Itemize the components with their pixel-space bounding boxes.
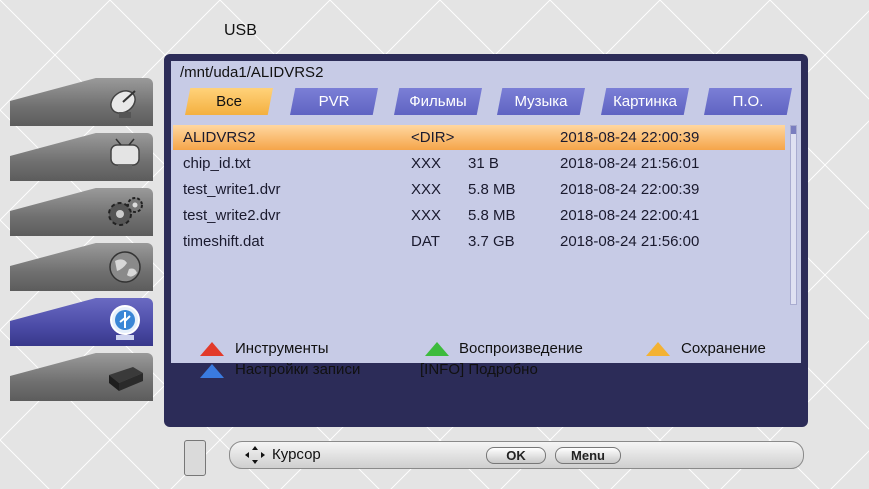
menu-item-tv[interactable] [10, 133, 153, 181]
set-top-box-icon [109, 367, 143, 391]
file-date: 2018-08-24 22:00:39 [560, 181, 700, 198]
ok-button[interactable]: OK [486, 447, 546, 464]
file-row[interactable]: test_write2.dvr XXX 5.8 MB 2018-08-24 22… [173, 203, 785, 228]
menu-item-settings[interactable] [10, 188, 153, 236]
file-size: 3.7 GB [468, 233, 515, 250]
gears-icon [108, 197, 143, 226]
cursor-arrows-icon [245, 446, 265, 464]
legend-record-settings: Настройки записи [235, 361, 361, 378]
file-name: chip_id.txt [183, 155, 251, 172]
remote-control-icon [184, 440, 206, 476]
file-type: XXX [411, 181, 442, 198]
file-size: 31 B [468, 155, 499, 172]
file-type: XXX [411, 155, 442, 172]
menu-item-receiver[interactable] [10, 353, 153, 401]
file-date: 2018-08-24 22:00:41 [560, 207, 700, 224]
current-path: /mnt/uda1/ALIDVRS2 [180, 64, 324, 81]
file-date: 2018-08-24 21:56:00 [560, 233, 700, 250]
file-size: 5.8 MB [468, 181, 516, 198]
menu-item-internet[interactable] [10, 243, 153, 291]
satellite-dish-icon [110, 90, 136, 118]
menu-item-satellite[interactable] [10, 78, 153, 126]
globe-icon [109, 251, 141, 283]
file-name: test_write1.dvr [183, 181, 281, 198]
file-size: 5.8 MB [468, 207, 516, 224]
yellow-key-icon [646, 342, 670, 356]
legend-info: [INFO] Подробно [420, 361, 538, 378]
tv-icon [110, 138, 140, 170]
file-row-selected[interactable]: ALIDVRS2 <DIR> 2018-08-24 22:00:39 [173, 125, 785, 150]
tab-music[interactable]: Музыка [497, 88, 585, 115]
tab-movies[interactable]: Фильмы [394, 88, 482, 115]
file-browser-content: /mnt/uda1/ALIDVRS2 Все PVR Фильмы Музыка… [171, 61, 801, 378]
section-title: USB [224, 22, 257, 39]
file-date: 2018-08-24 21:56:01 [560, 155, 700, 172]
red-key-icon [200, 342, 224, 356]
tab-pictures[interactable]: Картинка [601, 88, 689, 115]
file-type: <DIR> [411, 129, 455, 146]
file-row[interactable]: timeshift.dat DAT 3.7 GB 2018-08-24 21:5… [173, 229, 785, 254]
hint-bar: Курсор OK Menu [229, 441, 804, 469]
file-name: test_write2.dvr [183, 207, 281, 224]
legend-tools: Инструменты [235, 340, 329, 357]
legend-save: Сохранение [681, 340, 766, 357]
cursor-hint-label: Курсор [272, 446, 321, 463]
file-row[interactable]: chip_id.txt XXX 31 B 2018-08-24 21:56:01 [173, 151, 785, 176]
file-browser-panel: /mnt/uda1/ALIDVRS2 Все PVR Фильмы Музыка… [164, 54, 808, 427]
usb-icon [110, 305, 140, 340]
tab-software[interactable]: П.О. [704, 88, 792, 115]
legend-playback: Воспроизведение [459, 340, 583, 357]
tab-pvr[interactable]: PVR [290, 88, 378, 115]
scrollbar-thumb[interactable] [791, 126, 796, 134]
tab-all[interactable]: Все [185, 88, 273, 115]
file-type: XXX [411, 207, 442, 224]
file-name: timeshift.dat [183, 233, 264, 250]
blue-key-icon [200, 364, 224, 378]
file-name: ALIDVRS2 [183, 129, 256, 146]
file-date: 2018-08-24 22:00:39 [560, 129, 700, 146]
green-key-icon [425, 342, 449, 356]
file-row[interactable]: test_write1.dvr XXX 5.8 MB 2018-08-24 22… [173, 177, 785, 202]
file-type: DAT [411, 233, 440, 250]
file-list-scrollbar[interactable] [790, 125, 797, 305]
menu-item-usb[interactable] [10, 298, 153, 346]
menu-button[interactable]: Menu [555, 447, 621, 464]
